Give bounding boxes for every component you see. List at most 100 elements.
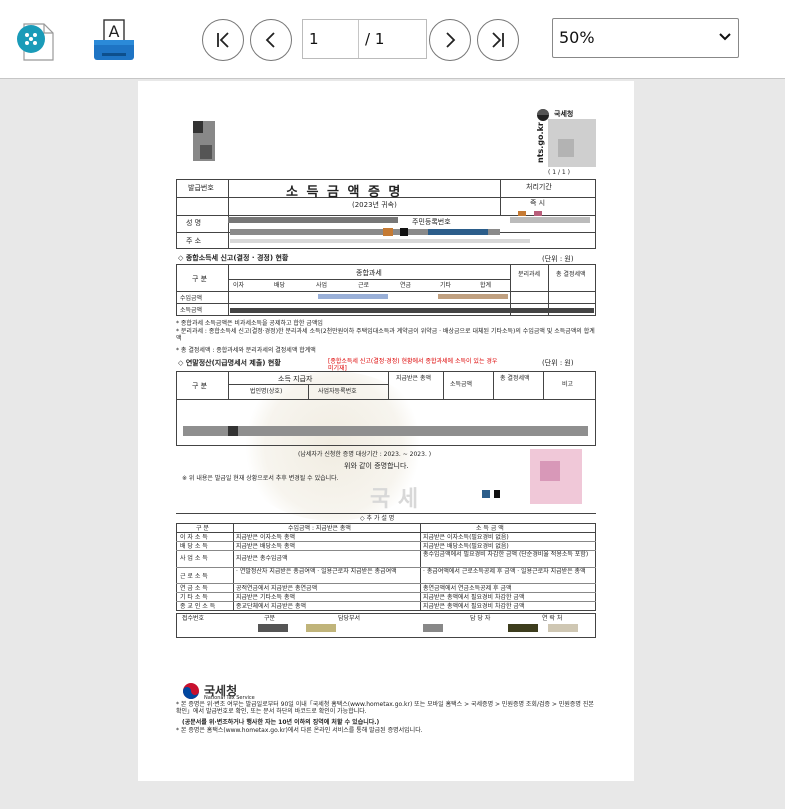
expl-row-4-amount: · 총급여액에서 근로소득공제 후 금액 · 일용근로자 지급받은 총액 [423,568,586,575]
row-amount-label: 소득금액 [180,307,203,314]
sub-header-interest: 이자 [233,282,245,289]
col-separate: 분리과세 [518,271,541,278]
document-page: 국세청 nts.go.kr ( 1 / 1 ) 발급번호 소 득 금 액 증 명… [138,81,634,781]
nts-url-vertical: nts.go.kr [536,122,545,163]
section-2-title: ◇ 연말정산(지급명세서 제출) 현황 [178,359,281,367]
expl-row-3-label: 사 업 소 득 [180,555,208,562]
expl-row-2-amount: 지급받은 배당소득(필요경비 없음) [423,543,509,550]
sub-header-pension: 연금 [400,282,412,289]
expl-row-6-label: 기 타 소 득 [180,594,208,601]
zoom-select[interactable]: 50% [552,18,739,58]
redacted-income-values [318,294,388,299]
last-page-icon [492,32,504,48]
section-2-note: [종합소득세 신고(결정·경정) 현황에서 종합과세에 소득이 있는 경우 미기… [328,358,498,372]
expl-row-3-amount: 총수입금액에서 필요경비 차감한 금액 (단순경비율 적용소득 포함) [423,551,589,558]
section-1-title: ◇ 종합소득세 신고(결정 · 경정) 현황 [178,254,289,262]
col-comprehensive: 종합과세 [356,269,382,277]
expl-header-income: 수입금액 : 지급받은 총액 [288,525,351,532]
processing-period-value: 즉 시 [530,199,546,207]
first-page-button[interactable] [202,19,244,61]
chevron-down-icon [719,33,731,41]
expl-row-1-income: 지급받은 이자소득 총액 [236,534,296,541]
name-label: 성 명 [186,219,202,227]
col-paid-income: 지급받은 총액 [396,375,432,382]
col-payer: 소득 지급자 [278,375,313,383]
col-total-tax: 총 결정세액 [556,271,586,278]
expl-row-7-label: 종 교 인 소 득 [180,603,216,610]
footer-note-2: (공문서를 위·변조하거나 행사한 자는 10년 이하의 징역에 처할 수 있습… [182,719,380,726]
document-properties-icon[interactable] [14,18,58,64]
col-biz-no: 사업자등록번호 [318,388,357,395]
section-3-title: ◇ 추 가 설 명 [360,515,395,522]
certify-line: 위와 같이 증명합니다. [344,462,409,470]
expl-row-1-label: 이 자 소 득 [180,534,208,541]
footer-officer-label: 담 당 자 [470,615,491,622]
col-corp-name: 법인명(상호) [250,388,283,395]
chevron-left-icon [265,32,275,48]
sub-header-total: 합계 [480,282,492,289]
sub-header-dividend: 배당 [274,282,286,289]
resident-no-label: 주민등록번호 [412,218,451,226]
page-indicator: ( 1 / 1 ) [548,169,570,176]
viewer-toolbar: A / 1 50% [0,0,785,79]
sub-header-labor: 근로 [358,282,370,289]
sub-header-other: 기타 [440,282,452,289]
expl-row-5-amount: 총연금액에서 연금소득공제 후 금액 [423,585,512,592]
year-label: (2023년 귀속) [352,201,397,209]
seal-watermark-text: 국 세 [370,487,419,512]
expl-row-4-income: · 연말정산자 지급받은 총급여액 · 일용근로자 지급받은 총급여액 [236,568,397,575]
first-page-icon [217,32,229,48]
expl-row-5-income: 공적연금에서 지급받은 총연금액 [236,585,318,592]
zoom-value: 50% [559,28,595,47]
redacted-resident-no [510,217,590,223]
footer-contact-label: 연 락 처 [542,615,563,622]
print-icon[interactable]: A [92,18,136,64]
expl-row-7-amount: 지급받은 총액에서 필요경비 차감한 금액 [423,603,525,610]
svg-text:A: A [109,22,120,41]
expl-header-amount: 소 득 금 액 [476,525,504,532]
footer-dept-label: 담당부서 [338,615,361,622]
note-3: * 총 결정세액 : 종합과세와 분리과세의 결정세액 합계액 [176,347,316,354]
expl-header-division: 구 분 [196,525,209,532]
purpose-line: (납세자가 신청한 증명 대상기간 : 2023. ~ 2023. ) [298,451,432,458]
col-division: 구 분 [192,275,208,283]
note-2: * 분리과세 : 종합소득세 신고(결정·경정)한 분리과세 소득(2천만원이하… [176,328,595,342]
note-1: * 종합과세 소득금액은 비과세소득을 공제하고 합한 금액임 [176,320,323,327]
col-remarks: 비고 [562,381,574,388]
issue-no-label: 발급번호 [188,184,214,192]
page-number-box: / 1 [302,19,427,59]
document-title: 소 득 금 액 증 명 [286,185,403,200]
agency-small-label: 국세청 [554,110,574,118]
col-division-2: 구 분 [192,382,208,390]
chevron-right-icon [446,32,456,48]
expl-row-1-amount: 지급받은 이자소득(필요경비 없음) [423,534,509,541]
expl-row-4-label: 근 로 소 득 [180,573,208,580]
address-label: 주 소 [186,237,202,245]
expl-row-6-income: 지급받은 기타소득 총액 [236,594,296,601]
redacted-payer-row [183,426,588,436]
processing-period-label: 처리기간 [526,183,552,191]
redacted-footer-values [258,624,288,632]
next-page-button[interactable] [429,19,471,61]
previous-page-button[interactable] [250,19,292,61]
footer-note-1: * 본 증명은 위·변조 여부는 발급일로부터 90일 이내「국세청 홈택스(w… [176,701,594,715]
footer-division-label: 구분 [264,615,276,622]
section-2-unit: (단위 : 원) [542,359,574,367]
footer-receipt-label: 접수번호 [182,615,205,622]
section-1-unit: (단위 : 원) [542,255,574,263]
expl-row-6-amount: 지급받은 총액에서 필요경비 차감한 금액 [423,594,525,601]
last-page-button[interactable] [477,19,519,61]
sub-header-business: 사업 [316,282,328,289]
redacted-name [228,217,398,223]
col-income-amount: 소득금액 [450,381,473,388]
row-income-label: 수입금액 [180,295,203,302]
expl-row-7-income: 종교단체에서 지급받은 총액 [236,603,307,610]
expl-row-3-income: 지급받은 총수입금액 [236,555,288,562]
nts-logo-icon [183,683,199,699]
col-total-tax-2: 총 결정세액 [500,375,530,382]
expl-row-5-label: 연 금 소 득 [180,585,208,592]
redacted-amount-values [230,308,594,313]
change-note: ※ 위 내용은 발급일 현재 상황으로서 추후 변경될 수 있습니다. [182,475,339,482]
page-number-input[interactable] [303,20,359,58]
footer-note-3: * 본 증명은 홈택스(www.hometax.go.kr)에서 다른 온라인 … [176,727,423,734]
